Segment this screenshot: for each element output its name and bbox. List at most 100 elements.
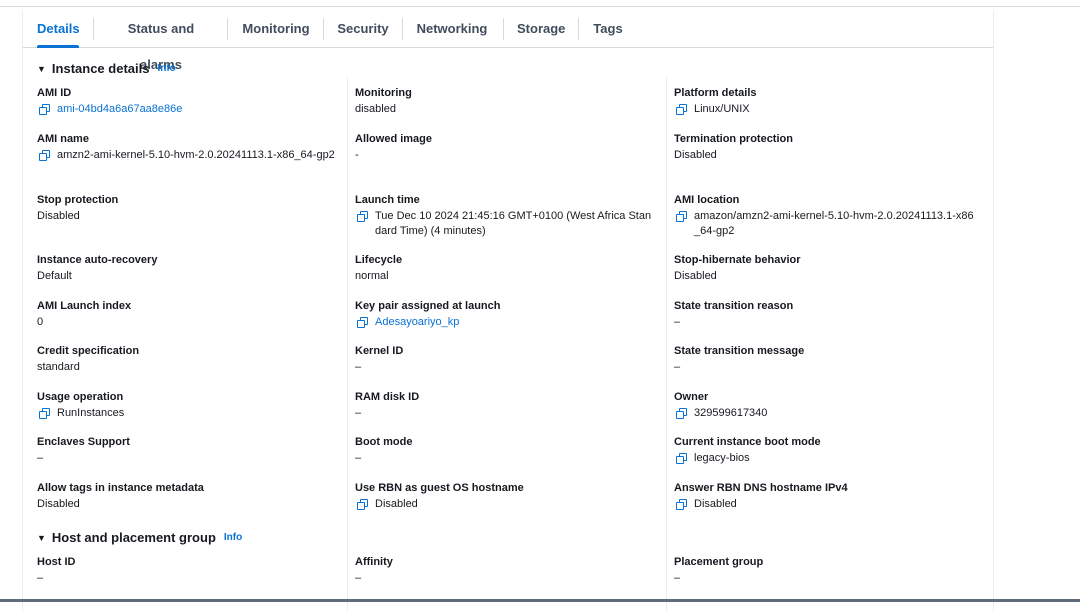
field-ami-launch-index: AMI Launch index 0 [37,299,337,330]
field-label: AMI name [37,133,89,145]
field-value: Disabled [375,498,418,510]
tab-monitoring[interactable]: Monitoring [241,11,311,47]
field-value: 329599617340 [694,407,768,419]
field-value: Disabled [674,270,717,282]
field-value: amzn2-ami-kernel-5.10-hvm-2.0.20241113.1… [57,149,335,161]
field-value: Disabled [37,498,80,510]
copy-icon[interactable] [676,453,688,465]
field-current-boot-mode: Current instance boot mode legacy-bios [674,435,974,466]
field-value: – [674,572,681,584]
field-launch-time: Launch time Tue Dec 10 2024 21:45:16 GMT… [355,193,655,239]
tab-divider [323,18,324,40]
field-label: State transition message [674,345,805,357]
field-placement-group: Placement group – [674,555,974,586]
field-allowed-image: Allowed image - [355,132,655,163]
tab-divider [93,18,94,40]
page-bottom-divider [0,599,1080,602]
copy-icon[interactable] [357,499,369,511]
field-label: Stop-hibernate behavior [674,254,801,266]
copy-icon[interactable] [676,104,688,116]
field-value: standard [37,361,80,373]
copy-icon[interactable] [676,499,688,511]
copy-icon[interactable] [676,408,688,420]
tab-status-and-alarms[interactable]: Status and alarms [107,11,215,72]
field-lifecycle: Lifecycle normal [355,253,655,284]
field-ram-disk-id: RAM disk ID – [355,390,655,421]
instance-details-info-link[interactable]: Info [157,63,175,74]
field-value: – [355,407,362,419]
field-label: Key pair assigned at launch [355,300,501,312]
tab-networking[interactable]: Networking [416,11,488,47]
field-value: – [674,316,681,328]
caret-down-icon: ▼ [37,532,46,543]
field-label: Placement group [674,556,764,568]
field-host-id: Host ID – [37,555,337,586]
field-label: Stop protection [37,194,119,206]
key-pair-link[interactable]: Adesayoariyo_kp [375,315,459,330]
tab-divider [227,18,228,40]
field-value: Disabled [37,210,80,222]
field-enclaves-support: Enclaves Support – [37,435,337,466]
field-value: Tue Dec 10 2024 21:45:16 GMT+0100 (West … [375,210,652,237]
caret-down-icon: ▼ [37,63,46,74]
host-placement-header[interactable]: ▼ Host and placement group Info [37,530,242,545]
field-label: Boot mode [355,436,413,448]
copy-icon[interactable] [39,104,51,116]
field-owner: Owner 329599617340 [674,390,974,421]
field-label: RAM disk ID [355,391,420,403]
field-ami-location: AMI location amazon/amzn2-ami-kernel-5.1… [674,193,974,239]
field-value: Default [37,270,72,282]
field-label: Current instance boot mode [674,436,821,448]
field-value: Linux/UNIX [694,103,750,115]
field-affinity: Affinity – [355,555,655,586]
tab-details[interactable]: Details [37,11,80,48]
instance-details-header[interactable]: ▼ Instance details Info [37,61,176,76]
copy-icon[interactable] [39,150,51,162]
instance-details-title: Instance details [51,61,150,76]
field-credit-specification: Credit specification standard [37,344,337,375]
field-value: Disabled [694,498,737,510]
copy-icon[interactable] [39,408,51,420]
field-label: Answer RBN DNS hostname IPv4 [674,482,848,494]
tab-security[interactable]: Security [337,11,389,47]
field-label: Enclaves Support [37,436,130,448]
field-label: Platform details [674,87,757,99]
field-label: Kernel ID [355,345,404,357]
instance-details-panel: Details Status and alarms Monitoring Sec… [22,11,994,611]
copy-icon[interactable] [357,211,369,223]
field-label: Credit specification [37,345,140,357]
copy-icon[interactable] [676,211,688,223]
field-value: normal [355,270,389,282]
field-value: amazon/amzn2-ami-kernel-5.10-hvm-2.0.202… [694,210,974,237]
field-value: - [355,149,359,161]
tab-divider [402,18,403,40]
column-divider [347,77,348,611]
field-kernel-id: Kernel ID – [355,344,655,375]
field-label: AMI Launch index [37,300,132,312]
field-label: Host ID [37,556,76,568]
field-value: – [355,361,362,373]
field-label: State transition reason [674,300,794,312]
tab-storage[interactable]: Storage [517,11,565,47]
host-placement-title: Host and placement group [51,530,216,545]
copy-icon[interactable] [357,317,369,329]
field-value: – [37,572,44,584]
field-usage-operation: Usage operation RunInstances [37,390,337,421]
field-label: Allow tags in instance metadata [37,482,204,494]
tab-divider [578,18,579,40]
field-ami-id: AMI ID ami-04bd4a6a67aa8e86e [37,86,337,117]
field-label: Monitoring [355,87,412,99]
field-value: legacy-bios [694,452,750,464]
field-value: RunInstances [57,407,125,419]
field-state-transition-reason: State transition reason – [674,299,974,330]
tab-tags[interactable]: Tags [592,11,624,47]
field-instance-auto-recovery: Instance auto-recovery Default [37,253,337,284]
field-label: Usage operation [37,391,124,403]
field-stop-protection: Stop protection Disabled [37,193,337,224]
field-label: Instance auto-recovery [37,254,158,266]
host-placement-info-link[interactable]: Info [224,532,242,543]
field-value: 0 [37,316,44,328]
field-value: – [355,452,362,464]
page-top-divider [0,6,1080,7]
ami-id-link[interactable]: ami-04bd4a6a67aa8e86e [57,102,182,117]
